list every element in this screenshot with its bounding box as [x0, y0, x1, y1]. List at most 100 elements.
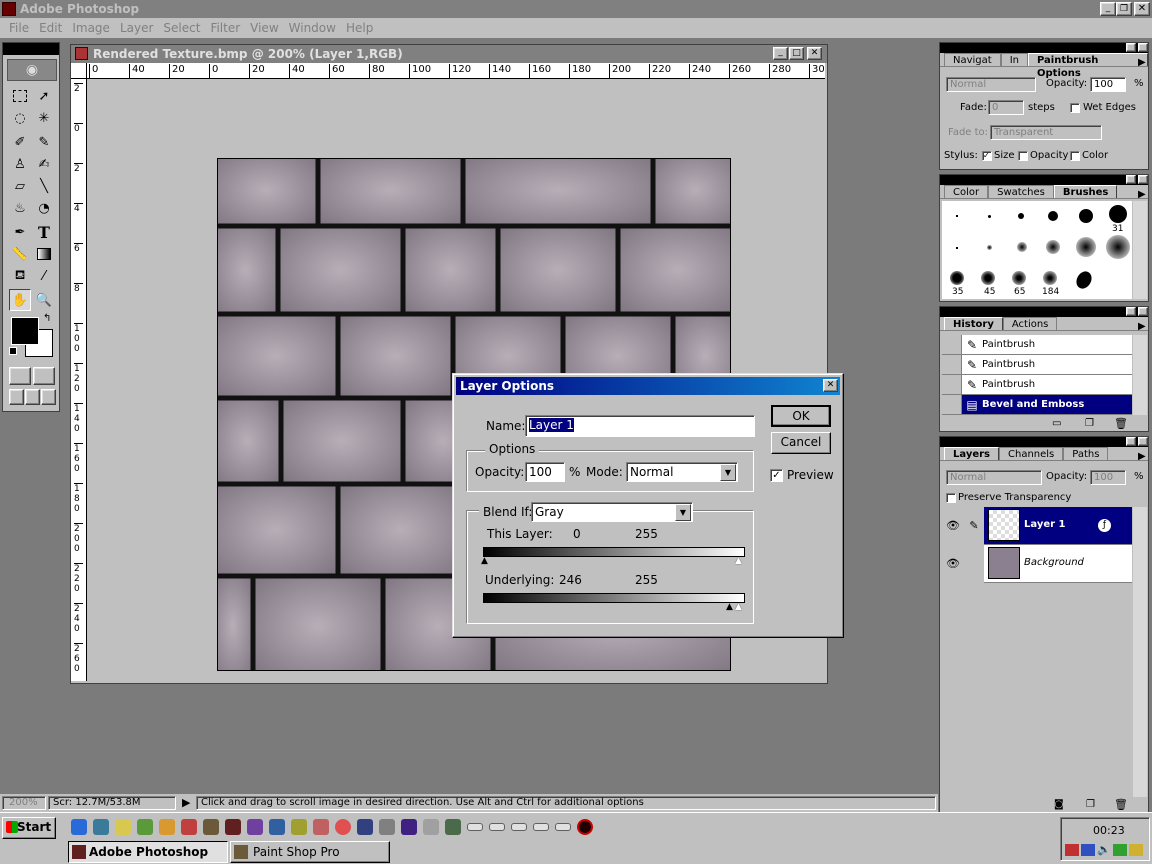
- tab-history[interactable]: History: [944, 317, 1003, 330]
- tab-swatches[interactable]: Swatches: [988, 185, 1054, 198]
- tab-layers[interactable]: Layers: [944, 447, 999, 460]
- start-button[interactable]: Start: [2, 817, 56, 839]
- document-titlebar[interactable]: Rendered Texture.bmp @ 200% (Layer 1,RGB…: [71, 45, 827, 63]
- paintbrush-tool-icon[interactable]: ✎: [33, 131, 55, 153]
- eyedropper-tool-icon[interactable]: ⁄: [33, 265, 55, 287]
- this-layer-white-handle-icon[interactable]: ▲: [735, 556, 742, 566]
- desktop-icon[interactable]: [93, 819, 109, 835]
- add-layer-mask-icon[interactable]: ◙: [1054, 799, 1064, 810]
- stylus-size-checkbox[interactable]: ✓: [982, 151, 992, 161]
- palette-minimize-button[interactable]: [1126, 175, 1136, 184]
- pen-tool-icon[interactable]: ✒: [9, 221, 31, 243]
- app-icon-9[interactable]: [401, 819, 417, 835]
- history-scrollbar[interactable]: [1133, 335, 1147, 415]
- new-document-from-state-icon[interactable]: ▭: [1052, 418, 1061, 429]
- palette-titlebar[interactable]: [940, 43, 1148, 53]
- default-colors-icon[interactable]: [9, 347, 17, 355]
- tray-icon-2[interactable]: [1081, 844, 1095, 856]
- tab-navigator[interactable]: Navigat: [944, 53, 1001, 66]
- ok-button[interactable]: OK: [771, 405, 831, 427]
- history-item[interactable]: ✎ Paintbrush: [942, 375, 1132, 395]
- brush-soft-5-icon[interactable]: [1017, 242, 1027, 252]
- palette-titlebar[interactable]: [940, 175, 1148, 185]
- doc-minimize-button[interactable]: _: [773, 47, 788, 60]
- tray-icon-1[interactable]: [1065, 844, 1079, 856]
- status-menu-arrow-icon[interactable]: ▶: [182, 796, 190, 809]
- menu-view[interactable]: View: [245, 21, 283, 35]
- this-layer-gradient-slider[interactable]: [483, 547, 745, 557]
- ie-icon[interactable]: [71, 819, 87, 835]
- drive-icon[interactable]: [489, 823, 505, 831]
- taskbar-item-paint-shop-pro[interactable]: Paint Shop Pro: [230, 841, 390, 863]
- layers-scrollbar[interactable]: [1133, 507, 1147, 797]
- measure-tool-icon[interactable]: 📏: [9, 243, 31, 265]
- tab-channels[interactable]: Channels: [999, 447, 1064, 460]
- wet-edges-checkbox[interactable]: [1070, 103, 1080, 113]
- palette-close-button[interactable]: [1138, 43, 1148, 52]
- palette-titlebar[interactable]: [940, 307, 1148, 317]
- notepad-icon[interactable]: [115, 819, 131, 835]
- palette-menu-arrow-icon[interactable]: ▶: [1138, 321, 1146, 332]
- history-item[interactable]: ✎ Paintbrush: [942, 355, 1132, 375]
- rubber-stamp-tool-icon[interactable]: ♙: [9, 153, 31, 175]
- app-icon-10[interactable]: [423, 819, 439, 835]
- drive-icon[interactable]: [467, 823, 483, 831]
- preserve-transparency-checkbox[interactable]: [946, 493, 956, 503]
- trash-icon[interactable]: 🗑: [1114, 417, 1128, 430]
- menu-window[interactable]: Window: [284, 21, 341, 35]
- layer-mode-select[interactable]: Normal: [946, 470, 1042, 485]
- brush-soft-13-icon[interactable]: [1076, 237, 1096, 257]
- screen-mode-full-icon[interactable]: [41, 389, 56, 405]
- palette-close-button[interactable]: [1138, 307, 1148, 316]
- app-icon-4[interactable]: [247, 819, 263, 835]
- opacity-input[interactable]: 100: [525, 462, 565, 482]
- tab-color[interactable]: Color: [944, 185, 989, 198]
- zoom-level[interactable]: 200%: [2, 796, 46, 810]
- tab-brushes[interactable]: Brushes: [1053, 185, 1118, 198]
- brush-31-icon[interactable]: [1109, 205, 1127, 223]
- new-snapshot-icon[interactable]: ❐: [1085, 418, 1094, 429]
- dialog-titlebar[interactable]: Layer Options: [456, 377, 840, 395]
- tray-icon-4[interactable]: [1129, 844, 1143, 856]
- app-icon-2[interactable]: [159, 819, 175, 835]
- history-item[interactable]: ✎ Paintbrush: [942, 335, 1132, 355]
- menu-filter[interactable]: Filter: [205, 21, 245, 35]
- eye-visibility-icon[interactable]: 👁: [942, 545, 964, 583]
- tab-paths[interactable]: Paths: [1063, 447, 1109, 460]
- app-icon-6[interactable]: [291, 819, 307, 835]
- palette-menu-arrow-icon[interactable]: ▶: [1138, 189, 1146, 200]
- marquee-tool-icon[interactable]: [9, 85, 31, 107]
- brush-45-icon[interactable]: [981, 271, 995, 285]
- palette-menu-arrow-icon[interactable]: ▶: [1138, 57, 1146, 68]
- palette-titlebar[interactable]: [940, 437, 1148, 447]
- record-icon[interactable]: [577, 819, 593, 835]
- app-icon-11[interactable]: [445, 819, 461, 835]
- layer-opacity-input[interactable]: 100: [1090, 470, 1126, 485]
- layer-name-input[interactable]: Layer 1: [525, 415, 755, 437]
- blend-if-select[interactable]: Gray ▼: [531, 502, 693, 522]
- underlying-white-handle-icon[interactable]: ▲: [735, 602, 742, 612]
- delete-layer-icon[interactable]: 🗑: [1114, 798, 1128, 811]
- volume-icon[interactable]: 🔈: [1097, 843, 1111, 856]
- palette-minimize-button[interactable]: [1126, 437, 1136, 446]
- menu-file[interactable]: File: [4, 21, 34, 35]
- photoshop-icon[interactable]: [225, 819, 241, 835]
- brush-soft-1-icon[interactable]: [956, 247, 958, 249]
- brush-opacity-input[interactable]: 100: [1090, 77, 1126, 92]
- brush-3-icon[interactable]: [988, 215, 991, 218]
- cancel-button[interactable]: Cancel: [771, 432, 831, 454]
- standard-mode-icon[interactable]: [9, 367, 31, 385]
- screen-mode-full-menu-icon[interactable]: [25, 389, 40, 405]
- screen-mode-standard-icon[interactable]: [9, 389, 24, 405]
- menu-layer[interactable]: Layer: [115, 21, 158, 35]
- camera-icon[interactable]: [379, 819, 395, 835]
- brush-13-icon[interactable]: [1079, 209, 1093, 223]
- drive-icon[interactable]: [533, 823, 549, 831]
- brush-soft-19-icon[interactable]: [1106, 235, 1130, 259]
- gradient-tool-icon[interactable]: [33, 243, 55, 265]
- tab-actions[interactable]: Actions: [1002, 317, 1058, 330]
- stylus-color-checkbox[interactable]: [1070, 151, 1080, 161]
- clock[interactable]: 00:23: [1093, 824, 1125, 837]
- foreground-color-swatch[interactable]: [11, 317, 39, 345]
- brush-5-icon[interactable]: [1018, 213, 1024, 219]
